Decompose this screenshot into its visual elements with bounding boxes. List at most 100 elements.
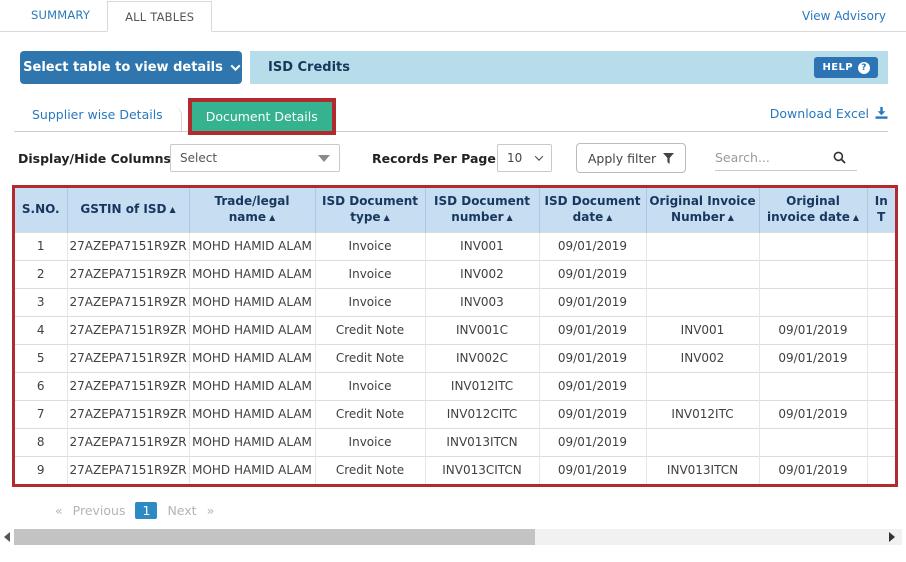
column-header[interactable]: ISD Document type ▲ [315,188,426,232]
column-label: Trade/legal name [214,194,290,224]
arrow-right-icon[interactable] [889,531,895,542]
table-row: 2 27AZEPA7151R9ZR MOHD HAMID ALAM Invoic… [15,259,895,288]
column-label: S.NO. [21,201,60,216]
question-circle-icon: ? [858,61,870,74]
cell-doc-date: 09/01/2019 [539,343,647,372]
red-highlight-box: Document Details [187,98,336,135]
horizontal-scrollbar [4,528,902,545]
select-table-button-label: Select table to view details [23,60,223,75]
cell-orig-invoice-date: 09/01/2019 [759,343,868,372]
cell-trade-name: MOHD HAMID ALAM [189,427,316,456]
magnifier-icon[interactable] [833,151,846,164]
column-visibility-select[interactable]: Select [170,144,340,172]
download-excel-link[interactable]: Download Excel [770,106,888,125]
cell-orig-invoice-number [646,371,760,400]
cell-doc-type: Invoice [315,259,426,288]
sort-asc-icon: ▲ [606,212,613,222]
tab-summary[interactable]: SUMMARY [14,0,107,31]
cell-orig-invoice-date: 09/01/2019 [759,315,868,344]
cell-doc-date: 09/01/2019 [539,371,647,400]
tab-document-details[interactable]: Document Details [191,102,332,131]
column-header[interactable]: Original Invoice Number ▲ [646,188,760,232]
column-header[interactable]: Original invoice date ▲ [759,188,868,232]
cell-sno: 4 [15,315,68,344]
table-row: 4 27AZEPA7151R9ZR MOHD HAMID ALAM Credit… [15,315,895,344]
cell-orig-invoice-date: 09/01/2019 [759,455,868,484]
cell-gstin: 27AZEPA7151R9ZR [67,231,190,260]
cell-orig-invoice-date [759,371,868,400]
cell-doc-type: Credit Note [315,343,426,372]
pagination-next-arrow[interactable]: » [207,503,215,518]
cell-sno: 1 [15,231,68,260]
cell-sno: 9 [15,455,68,484]
cell-sno: 6 [15,371,68,400]
cell-trade-name: MOHD HAMID ALAM [189,399,316,428]
cell-doc-type: Invoice [315,427,426,456]
cell-trade-name: MOHD HAMID ALAM [189,287,316,316]
help-button-label: HELP [822,62,853,73]
column-header[interactable]: In T [867,188,895,232]
sub-tab-bar: Supplier wise Details Document Details D… [14,98,888,135]
column-header[interactable]: ISD Document date ▲ [539,188,647,232]
view-advisory-link[interactable]: View Advisory [802,9,886,23]
tab-supplier-wise-details[interactable]: Supplier wise Details [14,107,182,131]
scrollbar-track[interactable] [14,528,902,545]
cell-trade-name: MOHD HAMID ALAM [189,455,316,484]
funnel-icon [663,152,675,164]
tab-all-tables[interactable]: ALL TABLES [107,1,213,32]
table-row: 5 27AZEPA7151R9ZR MOHD HAMID ALAM Credit… [15,343,895,372]
scrollbar-thumb[interactable] [14,528,535,545]
select-table-button[interactable]: Select table to view details [20,51,242,84]
cell-sno: 2 [15,259,68,288]
cell-doc-type: Invoice [315,371,426,400]
cell-orig-invoice-date: 09/01/2019 [759,399,868,428]
cell-trade-name: MOHD HAMID ALAM [189,315,316,344]
column-header[interactable]: Trade/legal name ▲ [189,188,316,232]
sort-asc-icon: ▲ [169,204,176,214]
top-tab-bar: SUMMARY ALL TABLES View Advisory [0,0,906,32]
search-input[interactable] [715,150,833,165]
cell-sno: 8 [15,427,68,456]
cell-trade-name: MOHD HAMID ALAM [189,259,316,288]
apply-filter-label: Apply filter [587,150,657,166]
pagination-next[interactable]: Next [167,503,196,518]
apply-filter-button[interactable]: Apply filter [576,143,686,173]
records-per-page-select[interactable]: 10 [497,144,552,172]
cell-sno: 3 [15,287,68,316]
records-per-page-label: Records Per Page: [372,151,501,166]
section-header-row: Select table to view details ISD Credits… [20,51,888,84]
column-label: GSTIN of ISD [80,201,167,216]
column-header[interactable]: GSTIN of ISD ▲ [67,188,190,232]
cell-doc-type: Credit Note [315,399,426,428]
help-button[interactable]: HELP ? [814,57,878,78]
cell-gstin: 27AZEPA7151R9ZR [67,455,190,484]
cell-trade-name: MOHD HAMID ALAM [189,343,316,372]
cell-doc-type: Credit Note [315,315,426,344]
cell-gstin: 27AZEPA7151R9ZR [67,371,190,400]
cell-doc-number: INV013ITCN [425,427,540,456]
cell-doc-type: Invoice [315,287,426,316]
table-row: 1 27AZEPA7151R9ZR MOHD HAMID ALAM Invoic… [15,231,895,260]
sort-asc-icon: ▲ [506,212,513,222]
pagination-prev-arrow[interactable]: « [55,503,63,518]
cell-orig-invoice-number [646,259,760,288]
cell-clipped [867,315,895,344]
cell-doc-date: 09/01/2019 [539,287,647,316]
cell-orig-invoice-number: INV013ITCN [646,455,760,484]
sort-asc-icon: ▲ [852,212,859,222]
cell-clipped [867,287,895,316]
column-label: ISD Document date [544,194,641,224]
cell-doc-date: 09/01/2019 [539,427,647,456]
column-header[interactable]: ISD Document number ▲ [425,188,540,232]
pagination-previous[interactable]: Previous [73,503,126,518]
cell-doc-number: INV002 [425,259,540,288]
cell-gstin: 27AZEPA7151R9ZR [67,315,190,344]
column-header[interactable]: S.NO. [15,188,68,232]
cell-orig-invoice-number: INV001 [646,315,760,344]
table-row: 7 27AZEPA7151R9ZR MOHD HAMID ALAM Credit… [15,399,895,428]
column-label: Original invoice date [767,194,850,224]
table-row: 9 27AZEPA7151R9ZR MOHD HAMID ALAM Credit… [15,455,895,484]
cell-trade-name: MOHD HAMID ALAM [189,231,316,260]
arrow-left-icon[interactable] [4,531,10,542]
pagination-page-1[interactable]: 1 [135,502,158,519]
